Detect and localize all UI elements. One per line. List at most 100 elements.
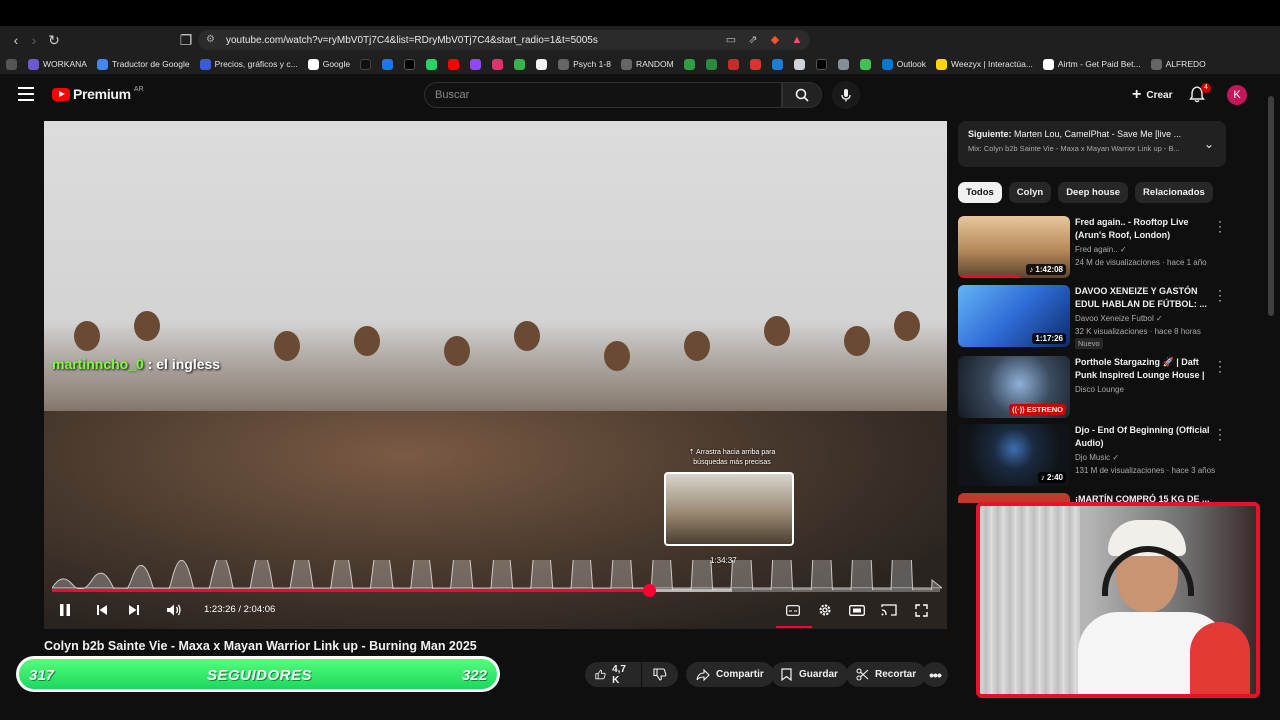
bookmark-folder[interactable]: RANDOM xyxy=(620,58,674,70)
bookmark-icon[interactable] xyxy=(771,58,783,70)
facebook-icon[interactable] xyxy=(382,58,394,70)
bookmark-folder[interactable]: Psych 1-8 xyxy=(558,58,611,70)
video-meta: 32 K visualizaciones · hace 8 horas xyxy=(1075,327,1201,336)
site-settings-icon[interactable]: ⚙ xyxy=(206,34,218,46)
share-page-icon[interactable]: ⇗ xyxy=(746,33,760,47)
airtm-icon xyxy=(1042,58,1054,70)
youtube-icon[interactable] xyxy=(448,58,460,70)
bookmark-icon[interactable] xyxy=(683,58,695,70)
bookmark-item[interactable]: Traductor de Google xyxy=(96,58,190,70)
channel-name: Djo Music ✓ xyxy=(1075,453,1120,462)
bookmark-folder[interactable]: ALFREDO xyxy=(1150,58,1206,70)
twitch-icon[interactable] xyxy=(470,58,482,70)
dislike-button[interactable] xyxy=(642,662,678,687)
up-next-panel[interactable]: Siguiente: Marten Lou, CamelPhat - Save … xyxy=(958,121,1226,167)
video-thumbnail[interactable]: ((·)) ESTRENO xyxy=(958,356,1070,418)
bookmarks-bar: WORKANA Traductor de Google Precios, grá… xyxy=(0,54,1280,74)
bookmark-icon[interactable] xyxy=(536,58,548,70)
bookmark-icon[interactable] xyxy=(859,58,871,70)
x-icon[interactable] xyxy=(404,58,416,70)
rewards-icon[interactable]: ▲ xyxy=(790,33,804,47)
bookmark-icon[interactable] xyxy=(514,58,526,70)
folder-icon xyxy=(558,58,570,70)
forward-icon[interactable]: › xyxy=(24,30,44,50)
search-button[interactable] xyxy=(782,82,822,108)
bookmark-icon[interactable] xyxy=(727,58,739,70)
clip-button[interactable]: Recortar xyxy=(846,662,927,687)
pause-button[interactable] xyxy=(56,600,74,620)
more-vertical-icon[interactable]: · · · xyxy=(1216,355,1224,377)
chip-todos[interactable]: Todos xyxy=(958,182,1002,203)
video-thumbnail[interactable]: ♪ 1:42:08 xyxy=(958,216,1070,278)
bookmark-icon[interactable] xyxy=(705,58,717,70)
bookmark-item[interactable]: Google xyxy=(307,58,350,70)
fullscreen-button[interactable] xyxy=(912,600,930,620)
volume-button[interactable] xyxy=(164,600,184,620)
chip-relacionados[interactable]: Relacionados xyxy=(1135,182,1213,203)
video-player[interactable]: martinncho_0 : el ingless xyxy=(44,121,947,629)
more-vertical-icon[interactable]: · · · xyxy=(1216,215,1224,237)
whatsapp-icon[interactable] xyxy=(426,58,438,70)
next-button[interactable] xyxy=(125,600,143,620)
list-item[interactable]: ((·)) ESTRENO Porthole Stargazing 🚀 | Da… xyxy=(958,355,1226,418)
voice-search-button[interactable] xyxy=(832,81,860,109)
video-frame-stage xyxy=(44,411,947,629)
chevron-down-icon[interactable]: ⌄ xyxy=(1204,137,1214,151)
theater-mode-button[interactable] xyxy=(848,600,866,620)
create-button[interactable]: + Crear xyxy=(1122,83,1182,107)
bookmark-icon[interactable] xyxy=(837,58,849,70)
webcam-person-sleeve xyxy=(1190,622,1250,694)
microphone-icon xyxy=(841,89,851,102)
progress-scrubber[interactable] xyxy=(642,584,656,597)
apps-grid-icon[interactable] xyxy=(6,58,17,70)
brave-shield-icon[interactable]: ◆ xyxy=(768,33,782,47)
subtitles-button[interactable] xyxy=(784,600,802,620)
list-item[interactable]: ♪ 1:42:08 Fred again.. - Rooftop Live (A… xyxy=(958,215,1226,278)
menu-icon[interactable] xyxy=(18,87,34,101)
volume-icon xyxy=(167,604,181,616)
bookmark-icon[interactable] xyxy=(749,58,761,70)
bookmark-item[interactable]: Weezyx | Interactúa... xyxy=(936,58,1033,70)
chip-colyn[interactable]: Colyn xyxy=(1008,182,1052,203)
chip-deep-house[interactable]: Deep house xyxy=(1058,182,1129,203)
instagram-icon[interactable] xyxy=(492,58,504,70)
follower-start: 317 xyxy=(29,667,55,684)
more-vertical-icon[interactable]: · · · xyxy=(1216,284,1224,306)
bookmark-icon[interactable] xyxy=(793,58,805,70)
screen-icon[interactable]: ▭ xyxy=(724,33,738,47)
chat-nick: martinncho_0 xyxy=(52,356,144,372)
bookmark-item[interactable]: WORKANA xyxy=(28,58,87,70)
bookmark-item[interactable]: Precios, gráficos y c... xyxy=(199,58,298,70)
channel-name: Disco Lounge xyxy=(1075,385,1124,394)
avatar[interactable]: K xyxy=(1227,85,1247,105)
list-item[interactable]: ♪ 2:40 Djo - End Of Beginning (Official … xyxy=(958,423,1226,486)
progress-played xyxy=(52,589,649,592)
tiktok-icon[interactable] xyxy=(360,58,372,70)
scrollbar[interactable] xyxy=(1268,96,1274,316)
bookmark-star-icon[interactable]: ❐ xyxy=(176,30,196,50)
share-button[interactable]: Compartir xyxy=(686,662,774,687)
outlook-icon xyxy=(881,58,893,70)
bookmark-icon[interactable] xyxy=(815,58,827,70)
video-thumbnail[interactable]: ♪ 2:40 xyxy=(958,424,1070,486)
back-icon[interactable]: ‹ xyxy=(6,30,26,50)
reload-icon[interactable]: ↻ xyxy=(44,30,64,50)
more-actions-button[interactable]: ••• xyxy=(922,662,948,687)
list-item[interactable]: 1:17:26 DAVOO XENEIZE Y GASTÓN EDUL HABL… xyxy=(958,284,1226,349)
previous-button[interactable] xyxy=(93,600,111,620)
cast-button[interactable] xyxy=(880,600,898,620)
video-title: Djo - End Of Beginning (Official Audio) xyxy=(1075,425,1210,448)
bookmark-icon xyxy=(781,668,792,681)
url-field[interactable]: ⚙ youtube.com/watch?v=ryMbV0Tj7C4&list=R… xyxy=(198,30,810,50)
like-button[interactable]: 4,7 K xyxy=(585,662,641,687)
more-vertical-icon[interactable]: · · · xyxy=(1216,423,1224,445)
youtube-logo[interactable]: Premium AR xyxy=(52,86,144,102)
bookmark-item[interactable]: Airtm - Get Paid Bet... xyxy=(1042,58,1141,70)
bookmark-item[interactable]: Outlook xyxy=(881,58,926,70)
up-next-mix: Mix: Colyn b2b Sainte Vie - Maxa x Mayan… xyxy=(968,144,1180,153)
save-button[interactable]: Guardar xyxy=(771,662,848,687)
settings-button[interactable] xyxy=(816,600,834,620)
search-input[interactable]: Buscar xyxy=(424,82,782,108)
video-thumbnail[interactable]: 1:17:26 xyxy=(958,285,1070,347)
browser-address-bar: ‹ › ↻ ❐ ⚙ youtube.com/watch?v=ryMbV0Tj7C… xyxy=(0,26,1280,72)
